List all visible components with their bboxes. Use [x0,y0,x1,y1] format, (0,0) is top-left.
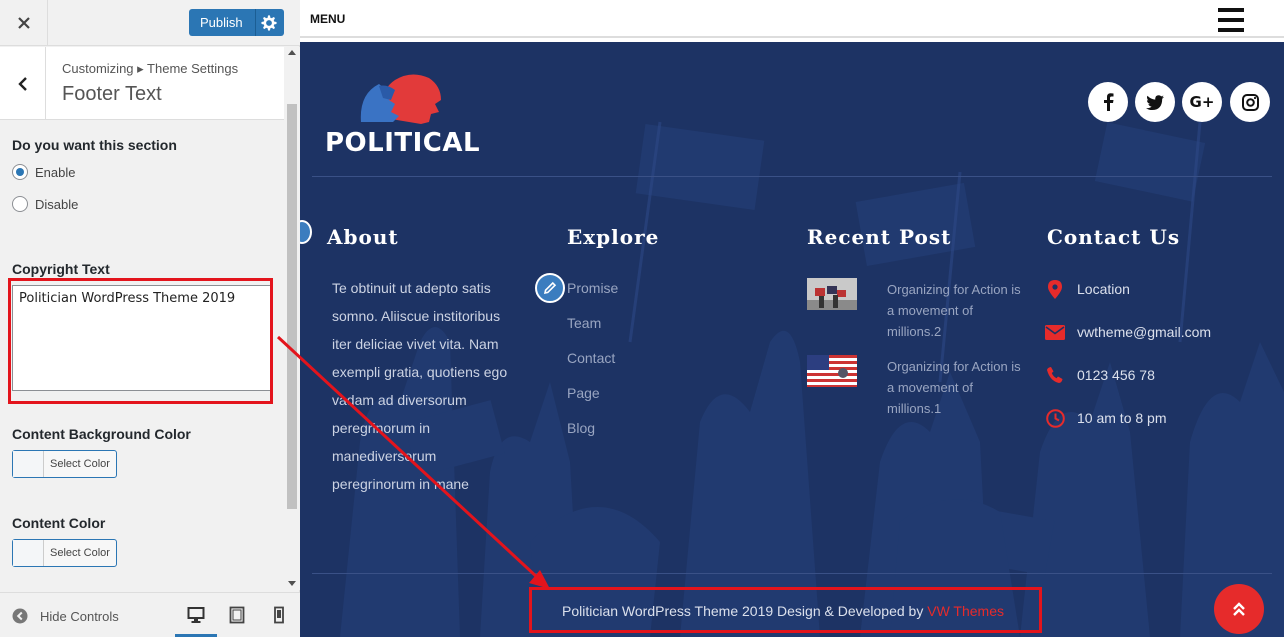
radio-enable-label: Enable [35,164,76,180]
color-swatch [13,451,44,477]
radio-enable[interactable]: Enable [12,164,75,180]
desktop-icon [187,607,205,623]
site-logo-text[interactable]: POLITICAL [325,128,480,158]
instagram-icon[interactable] [1230,82,1270,122]
twitter-icon[interactable] [1135,82,1175,122]
close-icon [17,17,30,29]
site-footer: POLITICAL G+ About Te obtinuit ut adepto… [300,42,1284,637]
explore-link-team[interactable]: Team [567,315,601,331]
close-customizer-button[interactable] [0,0,48,46]
hamburger-menu-icon[interactable] [1218,8,1244,32]
customizer-header: Publish [0,0,300,46]
contact-phone: 0123 456 78 [1045,365,1155,385]
device-desktop-button[interactable] [175,593,217,637]
content-bg-color-label: Content Background Color [12,426,191,442]
post-thumbnail-2[interactable] [807,355,857,387]
site-preview: MENU POLITICAL G+ About Te obtinuit ut a… [300,0,1284,637]
about-heading: About [327,225,399,249]
gear-icon[interactable] [261,15,277,31]
radio-disable-input[interactable] [12,196,28,212]
explore-link-contact[interactable]: Contact [567,350,615,366]
collapse-icon [12,608,28,624]
publish-button[interactable]: Publish [189,9,284,36]
color-swatch [13,540,44,566]
contact-hours: 10 am to 8 pm [1045,408,1167,428]
google-plus-icon[interactable]: G+ [1182,82,1222,122]
breadcrumb: Customizing ▸ Theme Settings [62,61,239,76]
annotation-highlight-box [8,278,273,404]
sidebar-scrollbar-thumb[interactable] [287,104,297,509]
hide-controls-label: Hide Controls [40,608,119,624]
explore-heading: Explore [567,225,660,249]
back-button[interactable] [0,47,46,120]
scroll-to-top-button[interactable] [1214,584,1264,634]
contact-heading: Contact Us [1047,225,1181,249]
radio-disable[interactable]: Disable [12,196,78,212]
contact-location-text: Location [1077,281,1130,297]
post-title-1[interactable]: Organizing for Action is a movement of m… [887,279,1027,342]
content-bg-color-button[interactable]: Select Color [12,450,117,478]
publish-label: Publish [200,15,243,30]
facebook-icon[interactable] [1088,82,1128,122]
double-chevron-up-icon [1233,602,1245,616]
chevron-left-icon [17,76,27,91]
select-color-label: Select Color [50,547,110,559]
scroll-up-arrow-icon[interactable] [288,50,296,55]
contact-email: vwtheme@gmail.com [1045,322,1211,342]
explore-link-page[interactable]: Page [567,385,600,401]
clock-icon [1045,408,1065,428]
contact-location: Location [1045,279,1130,299]
explore-link-promise[interactable]: Promise [567,280,618,296]
radio-enable-input[interactable] [12,164,28,180]
recent-post-heading: Recent Post [807,225,952,249]
customizer-sidebar: Publish Customizing ▸ Theme Settings Foo… [0,0,300,637]
edit-pencil-icon[interactable] [535,273,565,303]
annotation-highlight-box [529,587,1042,633]
footer-divider-bottom [312,573,1272,574]
select-color-label: Select Color [50,458,110,470]
content-color-button[interactable]: Select Color [12,539,117,567]
contact-phone-text[interactable]: 0123 456 78 [1077,367,1155,383]
envelope-icon [1045,322,1065,342]
about-text: Te obtinuit ut adepto satis somno. Aliis… [332,280,508,492]
post-title-2[interactable]: Organizing for Action is a movement of m… [887,356,1027,419]
hide-controls-button[interactable]: Hide Controls [12,608,119,624]
section-header: Customizing ▸ Theme Settings Footer Text [0,47,284,120]
post-thumbnail-1[interactable] [807,278,857,310]
explore-link-blog[interactable]: Blog [567,420,595,436]
contact-email-text[interactable]: vwtheme@gmail.com [1077,324,1211,340]
menu-bar: MENU [300,0,1284,38]
footer-divider-top [312,176,1272,177]
radio-disable-label: Disable [35,196,79,212]
section-title: Footer Text [62,83,162,105]
menu-label: MENU [310,12,346,26]
phone-icon [1045,365,1065,385]
section-toggle-title: Do you want this section [12,137,177,153]
scroll-down-arrow-icon[interactable] [288,581,296,586]
copyright-text-label: Copyright Text [12,261,110,277]
contact-hours-text: 10 am to 8 pm [1077,410,1167,426]
customizer-footer: Hide Controls [0,592,300,637]
mobile-icon[interactable] [270,606,288,624]
map-marker-icon [1045,279,1065,299]
content-color-label: Content Color [12,515,106,531]
tablet-icon[interactable] [228,606,246,624]
